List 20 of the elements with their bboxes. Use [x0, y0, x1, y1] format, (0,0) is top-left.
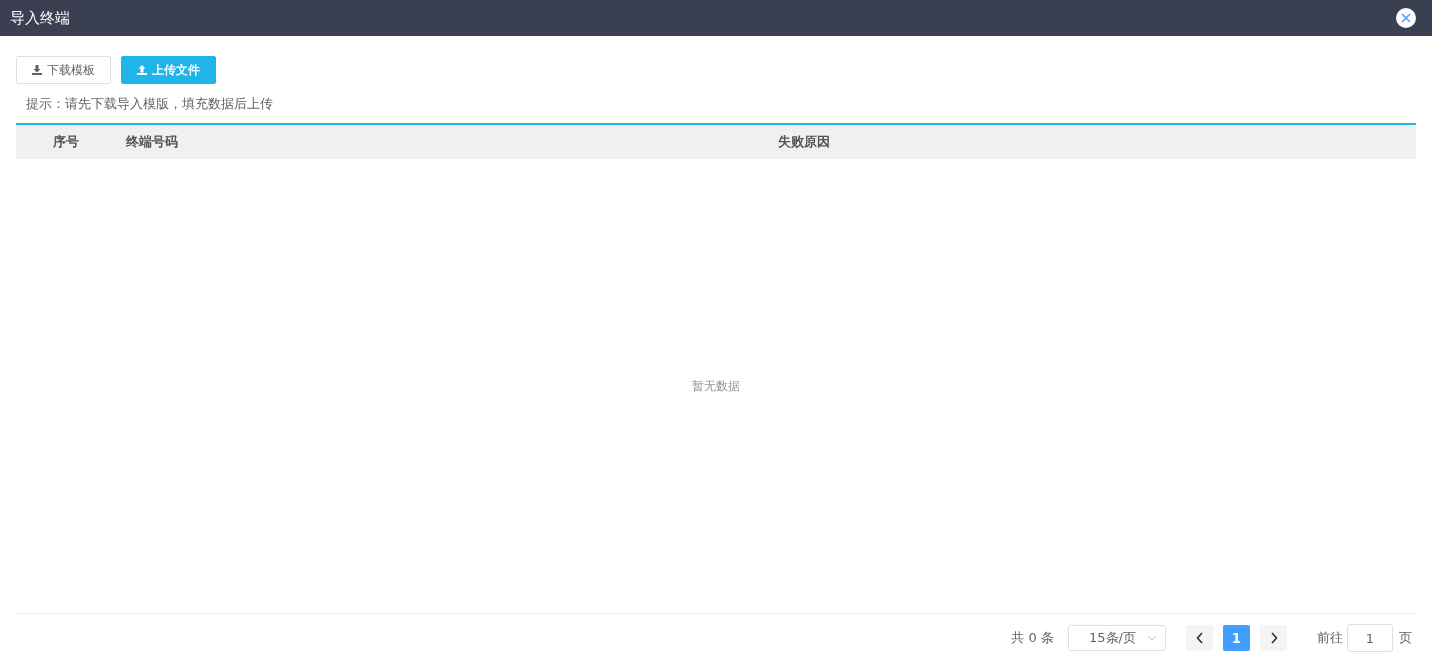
- download-icon: [32, 65, 42, 75]
- total-count: 共 0 条: [1011, 629, 1054, 647]
- window-title: 导入终端: [10, 8, 70, 28]
- hint-text: 提示：请先下载导入模版，填充数据后上传: [26, 95, 274, 113]
- upload-icon: [137, 65, 147, 75]
- column-header: 序号: [52, 133, 80, 151]
- chevron-down-icon: [1147, 635, 1157, 641]
- close-icon[interactable]: [1396, 8, 1416, 28]
- page-size-select[interactable]: 15条/页: [1068, 625, 1166, 651]
- goto-page-field[interactable]: 1: [1347, 624, 1393, 652]
- chevron-left-icon: [1195, 632, 1204, 644]
- next-page-button[interactable]: [1260, 625, 1287, 651]
- download-button[interactable]: 下载模板: [16, 56, 111, 84]
- goto-label: 前往: [1317, 629, 1343, 647]
- empty-text: 暂无数据: [692, 377, 740, 395]
- prev-page-button[interactable]: [1186, 625, 1213, 651]
- page-suffix: 页: [1399, 629, 1412, 647]
- chevron-right-icon: [1269, 632, 1278, 644]
- column-header: 失败原因: [777, 133, 831, 151]
- column-header: 终端号码: [125, 133, 179, 151]
